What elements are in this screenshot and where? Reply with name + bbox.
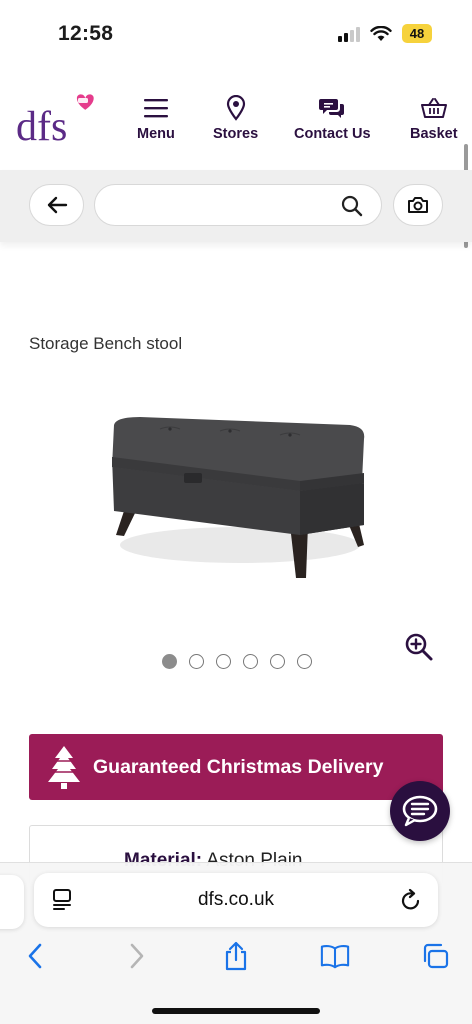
image-carousel-dots [162,654,312,669]
christmas-delivery-banner[interactable]: Guaranteed Christmas Delivery [29,734,443,800]
status-bar: 12:58 48 [0,0,472,70]
status-time: 12:58 [58,22,114,45]
carousel-dot[interactable] [162,654,177,669]
tabs-button[interactable] [420,941,450,971]
arrow-left-icon [47,196,67,214]
location-pin-icon [226,95,245,121]
nav-stores-label: Stores [213,126,259,142]
cellular-signal-icon [338,26,360,42]
previous-tab-peek[interactable] [0,875,24,929]
nav-menu-label: Menu [137,126,175,142]
chat-icon [402,795,438,827]
product-image[interactable] [100,395,380,585]
search-band [0,170,472,242]
christmas-tree-icon [48,746,80,789]
browser-toolbar: dfs.co.uk [0,862,472,1024]
browser-forward-button[interactable] [122,941,152,971]
zoom-in-icon[interactable] [404,632,434,662]
carousel-dot[interactable] [297,654,312,669]
chevron-right-icon [130,943,144,969]
share-button[interactable] [221,941,251,971]
browser-back-button[interactable] [20,941,50,971]
chat-bubbles-icon [319,99,345,118]
live-chat-button[interactable] [390,781,450,841]
carousel-dot[interactable] [243,654,258,669]
search-input[interactable] [111,185,331,225]
nav-basket-label: Basket [410,126,458,142]
logo-text: dfs [16,104,67,148]
visual-search-button[interactable] [393,184,443,226]
menu-icon [143,99,168,118]
nav-basket[interactable]: Basket [410,94,458,142]
nav-contact-us[interactable]: Contact Us [294,94,371,142]
book-icon [320,945,350,969]
url-text: dfs.co.uk [197,889,275,910]
status-indicators: 48 [338,24,432,43]
share-icon [225,941,247,971]
christmas-delivery-text: Guaranteed Christmas Delivery [93,755,384,778]
address-bar[interactable]: dfs.co.uk [34,873,438,927]
nav-contact-us-label: Contact Us [294,126,371,142]
dfs-logo[interactable]: dfs [16,88,100,148]
nav-menu[interactable]: Menu [137,94,175,142]
battery-indicator: 48 [402,24,432,43]
site-header: dfs Menu Stores Contact Us Basket [0,70,472,248]
wifi-icon [370,25,392,41]
basket-icon [420,98,447,118]
browser-nav-buttons [0,941,472,977]
back-button[interactable] [29,184,84,226]
home-indicator[interactable] [152,1008,320,1014]
bookmarks-button[interactable] [320,941,350,971]
camera-icon [408,197,428,213]
nav-stores[interactable]: Stores [213,94,258,142]
carousel-dot[interactable] [189,654,204,669]
search-icon[interactable] [341,195,363,217]
carousel-dot[interactable] [270,654,285,669]
chevron-left-icon [28,943,42,969]
carousel-dot[interactable] [216,654,231,669]
search-box[interactable] [94,184,382,226]
reload-icon[interactable] [400,888,422,912]
product-title: Storage Bench stool [29,334,183,353]
tabs-icon [423,943,449,969]
